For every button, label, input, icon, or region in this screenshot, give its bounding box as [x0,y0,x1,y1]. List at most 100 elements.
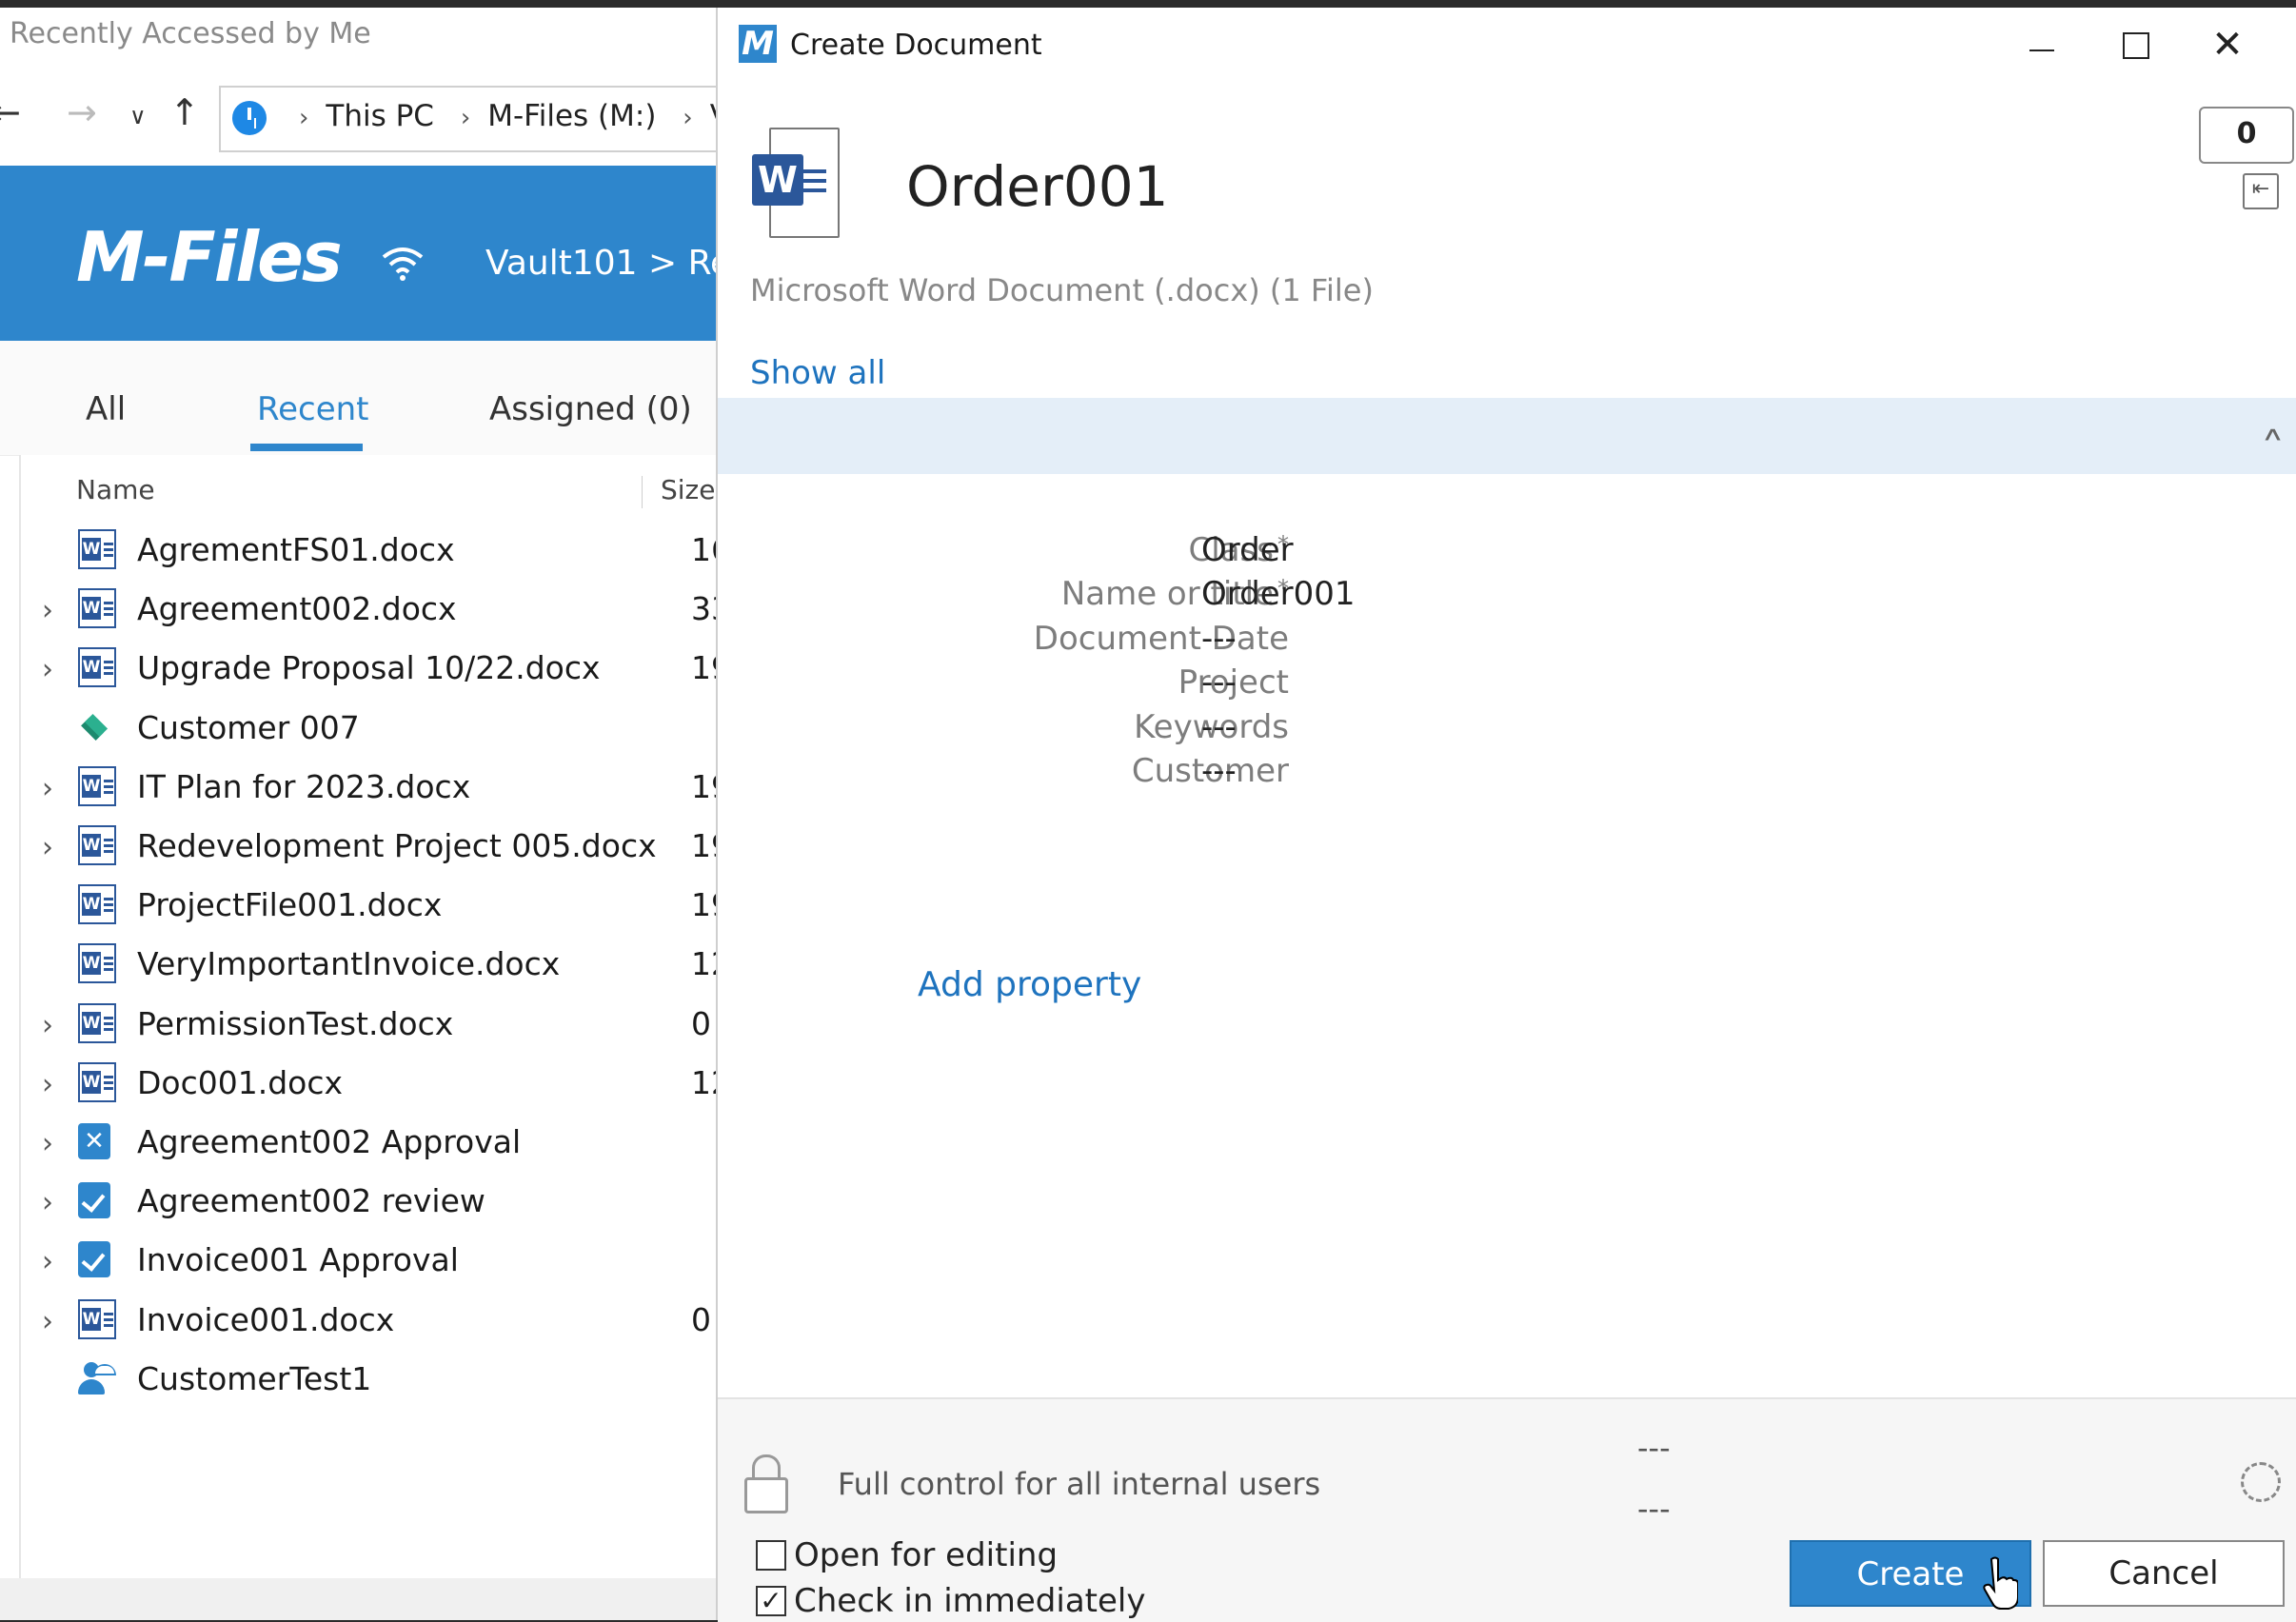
expand-chevron-icon[interactable]: › [42,1009,53,1042]
check-in-immediately-checkbox[interactable]: ✓ [756,1586,786,1616]
close-button[interactable]: ✕ [2199,21,2256,69]
expand-chevron-icon[interactable]: › [42,1186,53,1219]
collapse-panel-icon[interactable]: ⇤ [2243,173,2279,209]
word-doc-icon [78,1002,116,1043]
column-header-name[interactable]: Name [76,474,155,505]
back-arrow-icon[interactable]: ← [0,91,21,133]
breadcrumb-item[interactable]: M-Files (M:) [487,99,656,133]
desktop-top-bar [0,0,2296,8]
list-item[interactable]: › Invoice001 Approval [21,1232,723,1291]
property-value[interactable]: Order [1201,531,1294,569]
lock-icon[interactable] [744,1454,788,1513]
active-tab-indicator [250,444,363,451]
status-bar [0,1578,723,1620]
metadata-header-bar: ∧ [718,398,2296,474]
chevron-up-icon[interactable]: ∧ [2261,423,2285,445]
word-doc-icon [78,588,116,629]
property-value[interactable]: Order001 [1201,575,1356,613]
property-value[interactable]: --- [1201,752,1237,790]
list-item[interactable]: AgrementFS01.docx16 [21,522,723,581]
address-bar[interactable]: ›This PC ›M-Files (M:) ›Vau [219,86,723,152]
create-button[interactable]: Create [1790,1540,2031,1607]
list-item-name: Redevelopment Project 005.docx [137,827,657,864]
explorer-window: Recently Accessed by Me ← → ∨ ↑ › This PC… [0,8,723,1620]
list-item[interactable]: › Invoice001.docx 0 [21,1292,723,1351]
expand-chevron-icon[interactable]: › [42,1245,53,1278]
list-item-name: Upgrade Proposal 10/22.docx [137,649,601,687]
workflow-value[interactable]: --- [1637,1430,1671,1466]
permissions-label[interactable]: Full control for all internal users [838,1466,1320,1502]
list-item[interactable]: VeryImportantInvoice.docx12 [21,936,723,995]
expand-chevron-icon[interactable]: › [42,831,53,864]
list-item-size: 0 [691,1300,711,1338]
open-for-editing-checkbox[interactable] [756,1540,786,1571]
cancel-button[interactable]: Cancel [2043,1540,2285,1607]
word-doc-icon [78,529,116,569]
up-arrow-icon[interactable]: ↑ [169,91,200,133]
list-item-name: VeryImportantInvoice.docx [137,945,561,983]
list-item-name: Customer 007 [137,708,360,746]
expand-chevron-icon[interactable]: › [42,1127,53,1160]
view-tabs: All Recent Assigned (0) [0,341,723,456]
list-item[interactable]: ProjectFile001.docx19 [21,877,723,936]
maximize-button[interactable] [2104,21,2161,69]
list-item[interactable]: ›Doc001.docx12 [21,1055,723,1114]
customer-stack-icon [78,707,116,747]
list-item[interactable]: ›Upgrade Proposal 10/22.docx19 [21,640,723,699]
property-value[interactable]: --- [1201,708,1237,746]
list-item[interactable]: ›IT Plan for 2023.docx19 [21,759,723,818]
property-value[interactable]: --- [1201,663,1237,702]
column-header-size[interactable]: Size [661,474,715,505]
list-item-name: Doc001.docx [137,1063,344,1101]
task-check-icon [78,1241,110,1278]
list-item[interactable]: CustomerTest1 [21,1351,723,1410]
task-check-icon [78,1182,110,1219]
expand-chevron-icon[interactable]: › [42,772,53,805]
workflow-icon[interactable] [2241,1462,2281,1502]
tab-all[interactable]: All [86,390,126,428]
add-property-link[interactable]: Add property [918,965,1141,1004]
wifi-icon [382,247,424,281]
tab-assigned[interactable]: Assigned (0) [489,390,692,428]
list-item[interactable]: Customer 007 [21,700,723,759]
list-item-name: CustomerTest1 [137,1359,372,1397]
recent-clock-icon [232,101,267,135]
property-value[interactable]: --- [1201,620,1237,658]
breadcrumb: ›This PC ›M-Files (M:) ›Vau [282,99,723,133]
word-doc-icon [78,884,116,925]
object-list: Name Size AgrementFS01.docx16 › Agreement0… [19,455,723,1578]
expand-chevron-icon[interactable]: › [42,653,53,686]
comments-button[interactable]: 0 [2199,107,2294,164]
open-for-editing-label[interactable]: Open for editing [794,1536,1058,1574]
document-name[interactable]: Order001 [906,154,1169,219]
word-doc-icon [78,647,116,688]
word-doc-icon [78,1298,116,1339]
list-item[interactable]: › PermissionTest.docx 0 [21,996,723,1055]
expand-chevron-icon[interactable]: › [42,1305,53,1338]
workflow-state-value[interactable]: --- [1637,1491,1671,1527]
minimize-button[interactable] [2012,21,2069,69]
word-doc-icon [78,765,116,806]
chevron-down-icon[interactable]: ∨ [129,103,147,129]
list-item[interactable]: ›Agreement002.docx33 [21,581,723,640]
forward-arrow-icon[interactable]: → [67,91,97,133]
tab-recent[interactable]: Recent [257,390,369,428]
check-in-immediately-label[interactable]: Check in immediately [794,1582,1145,1620]
breadcrumb-item[interactable]: This PC [326,99,434,133]
list-item-size: 0 [691,1004,711,1042]
create-document-dialog: M Create Document ✕ 0 ⇤ W Order001 Micro… [716,8,2296,1622]
expand-chevron-icon[interactable]: › [42,1068,53,1101]
list-item-name: PermissionTest.docx [137,1004,454,1042]
list-item[interactable]: ›Redevelopment Project 005.docx19 [21,818,723,877]
vault-path[interactable]: Vault101 > Rec [485,244,723,283]
dialog-footer: Full control for all internal users --- … [718,1397,2296,1622]
list-item[interactable]: › Agreement002 review [21,1173,723,1232]
mfiles-header: M-Files Vault101 > Rec [0,166,723,341]
expand-chevron-icon[interactable]: › [42,594,53,627]
property-label: Document Date [1034,620,1289,658]
word-doc-icon [78,943,116,984]
list-item[interactable]: › ✕ Agreement002 Approval [21,1114,723,1173]
column-divider[interactable] [642,476,643,508]
show-all-link[interactable]: Show all [750,354,885,392]
window-title: Recently Accessed by Me [10,17,371,50]
